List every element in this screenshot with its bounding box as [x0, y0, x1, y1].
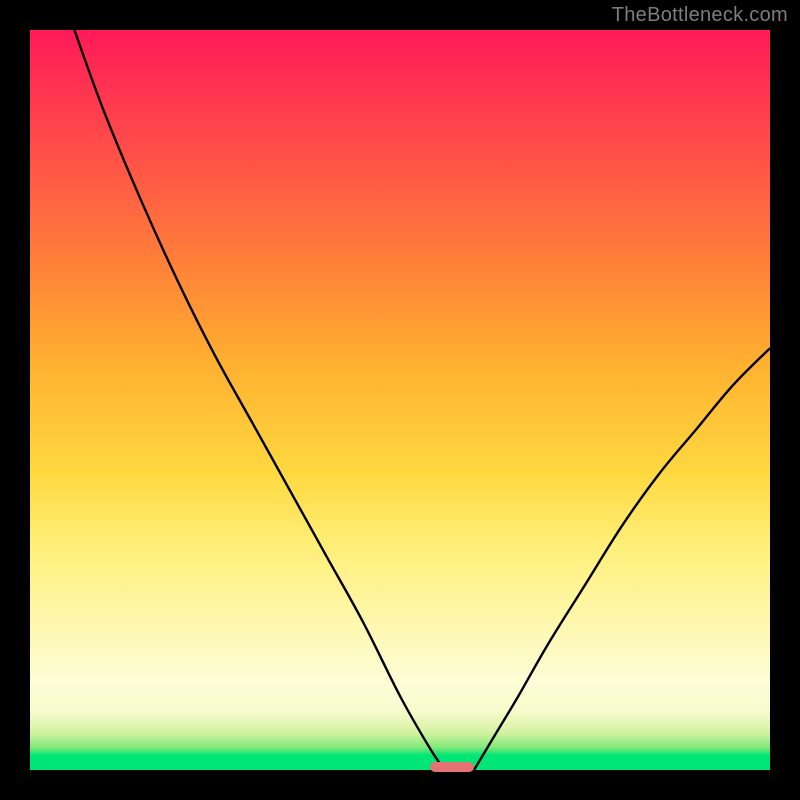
left-curve — [74, 30, 444, 770]
curve-layer — [30, 30, 770, 770]
plot-area — [30, 30, 770, 770]
chart-frame: TheBottleneck.com — [0, 0, 800, 800]
right-curve — [474, 348, 770, 770]
watermark-text: TheBottleneck.com — [612, 4, 788, 27]
optimal-marker — [430, 762, 474, 772]
